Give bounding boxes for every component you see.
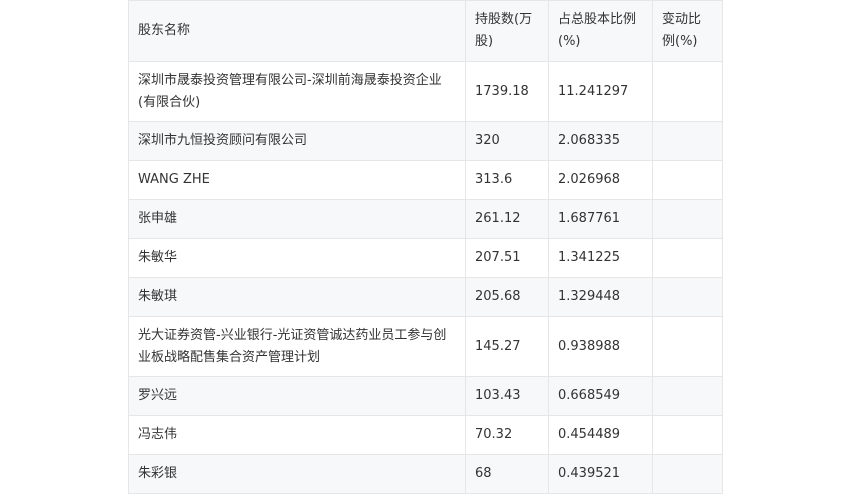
cell-shareholder-name: 光大证券资管-兴业银行-光证资管诚达药业员工参与创业板战略配售集合资产管理计划 (128, 316, 466, 377)
cell-shares-held: 145.27 (465, 316, 549, 377)
cell-share-ratio: 2.068335 (548, 121, 653, 161)
cell-change-ratio (652, 238, 723, 278)
header-shares-held: 持股数(万股) (465, 0, 549, 62)
table-row: 张申雄 261.12 1.687761 (128, 199, 723, 239)
shareholder-table: 股东名称 持股数(万股) 占总股本比例(%) 变动比例(%) 深圳市晟泰投资管理… (128, 0, 723, 494)
cell-shares-held: 207.51 (465, 238, 549, 278)
cell-change-ratio (652, 199, 723, 239)
cell-shares-held: 70.32 (465, 415, 549, 455)
cell-change-ratio (652, 61, 723, 122)
table-row: 光大证券资管-兴业银行-光证资管诚达药业员工参与创业板战略配售集合资产管理计划 … (128, 316, 723, 377)
cell-change-ratio (652, 160, 723, 200)
cell-shares-held: 1739.18 (465, 61, 549, 122)
header-change-ratio: 变动比例(%) (652, 0, 723, 62)
shareholder-table-container: 股东名称 持股数(万股) 占总股本比例(%) 变动比例(%) 深圳市晟泰投资管理… (128, 0, 723, 494)
cell-shareholder-name: 张申雄 (128, 199, 466, 239)
cell-change-ratio (652, 121, 723, 161)
table-row: 深圳市九恒投资顾问有限公司 320 2.068335 (128, 121, 723, 161)
cell-change-ratio (652, 454, 723, 494)
table-row: 朱敏琪 205.68 1.329448 (128, 277, 723, 317)
cell-shareholder-name: 罗兴远 (128, 376, 466, 416)
cell-change-ratio (652, 415, 723, 455)
cell-shareholder-name: 冯志伟 (128, 415, 466, 455)
cell-change-ratio (652, 316, 723, 377)
cell-share-ratio: 1.687761 (548, 199, 653, 239)
table-row: 深圳市晟泰投资管理有限公司-深圳前海晟泰投资企业(有限合伙) 1739.18 1… (128, 61, 723, 122)
cell-shares-held: 261.12 (465, 199, 549, 239)
cell-share-ratio: 1.329448 (548, 277, 653, 317)
cell-shareholder-name: WANG ZHE (128, 160, 466, 200)
table-row: 罗兴远 103.43 0.668549 (128, 376, 723, 416)
cell-shareholder-name: 深圳市九恒投资顾问有限公司 (128, 121, 466, 161)
cell-shares-held: 320 (465, 121, 549, 161)
cell-share-ratio: 0.439521 (548, 454, 653, 494)
cell-shareholder-name: 深圳市晟泰投资管理有限公司-深圳前海晟泰投资企业(有限合伙) (128, 61, 466, 122)
cell-shareholder-name: 朱彩银 (128, 454, 466, 494)
cell-share-ratio: 1.341225 (548, 238, 653, 278)
header-share-ratio: 占总股本比例(%) (548, 0, 653, 62)
table-header-row: 股东名称 持股数(万股) 占总股本比例(%) 变动比例(%) (128, 0, 723, 62)
cell-share-ratio: 0.454489 (548, 415, 653, 455)
cell-shares-held: 205.68 (465, 277, 549, 317)
table-row: 冯志伟 70.32 0.454489 (128, 415, 723, 455)
cell-shares-held: 103.43 (465, 376, 549, 416)
cell-share-ratio: 0.938988 (548, 316, 653, 377)
table-row: 朱彩银 68 0.439521 (128, 454, 723, 494)
cell-share-ratio: 11.241297 (548, 61, 653, 122)
cell-share-ratio: 0.668549 (548, 376, 653, 416)
cell-shares-held: 313.6 (465, 160, 549, 200)
header-shareholder-name: 股东名称 (128, 0, 466, 62)
cell-shares-held: 68 (465, 454, 549, 494)
table-row: 朱敏华 207.51 1.341225 (128, 238, 723, 278)
cell-shareholder-name: 朱敏华 (128, 238, 466, 278)
cell-change-ratio (652, 376, 723, 416)
cell-change-ratio (652, 277, 723, 317)
cell-shareholder-name: 朱敏琪 (128, 277, 466, 317)
table-row: WANG ZHE 313.6 2.026968 (128, 160, 723, 200)
cell-share-ratio: 2.026968 (548, 160, 653, 200)
